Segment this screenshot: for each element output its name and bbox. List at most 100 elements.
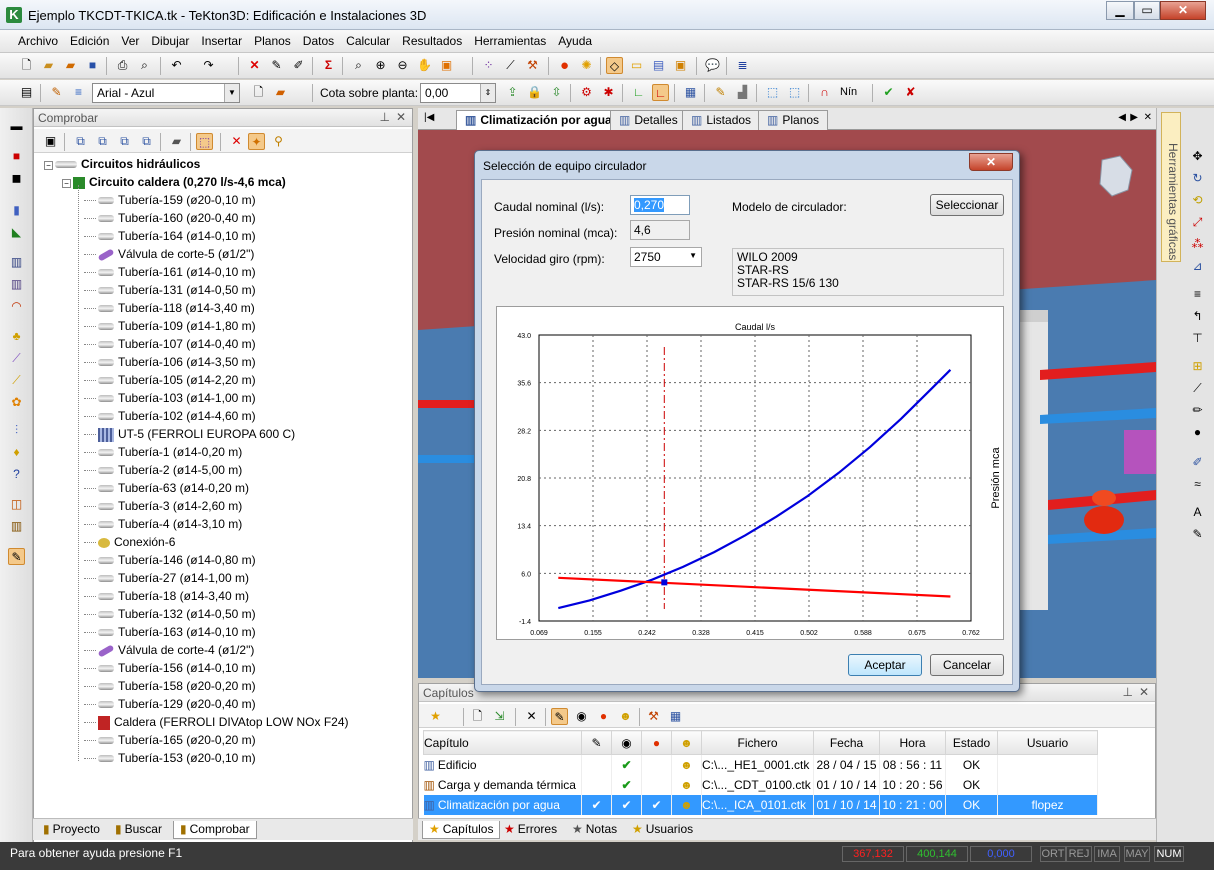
aceptar-button[interactable]: Aceptar [848, 654, 922, 676]
tree-item[interactable]: Tubería-118 (ø14-3,40 m) [84, 299, 255, 317]
text-style-icon[interactable]: ✎ [48, 84, 65, 101]
view-tab-0[interactable]: ▥ Climatización por agua [456, 110, 621, 130]
measure-icon[interactable]: ⟋ [502, 57, 519, 74]
tree-item[interactable]: Tubería-161 (ø14-0,10 m) [84, 263, 256, 281]
tree-item[interactable]: Tubería-103 (ø14-1,00 m) [84, 389, 256, 407]
user-icon[interactable]: ☻ [671, 730, 702, 755]
tree-item[interactable]: Tubería-105 (ø14-2,20 m) [84, 371, 256, 389]
properties-icon[interactable]: ▤ [18, 84, 35, 101]
edit-icon[interactable]: ✎ [268, 57, 285, 74]
pan-hand-icon[interactable]: ✋ [416, 57, 433, 74]
tree-item[interactable]: Tubería-163 (ø14-0,10 m) [84, 623, 256, 641]
uncheck-icon[interactable]: ✘ [902, 84, 919, 101]
help-tool-icon[interactable]: ? [8, 466, 25, 483]
tab-buscar[interactable]: ▮ Buscar [109, 821, 168, 839]
unit-tool-icon[interactable]: ◣ [8, 224, 25, 241]
mirror-icon[interactable]: ⟲ [1189, 192, 1206, 209]
snap-icon[interactable]: ⚙ [578, 84, 595, 101]
tree-item[interactable]: UT-5 (FERROLI EUROPA 600 C) [84, 425, 295, 443]
collapse-icon[interactable]: − [44, 161, 53, 170]
tree-item[interactable]: Tubería-63 (ø14-0,20 m) [84, 479, 249, 497]
menu-item-8[interactable]: Resultados [396, 34, 468, 48]
star-icon[interactable]: ★ [427, 708, 444, 725]
brush-icon[interactable]: ✐ [290, 57, 307, 74]
edit-icon[interactable]: ✎ [581, 730, 612, 755]
bomb-icon[interactable]: ● [1189, 424, 1206, 441]
zoom-extent-icon[interactable]: ▣ [438, 57, 455, 74]
edit-tool-icon[interactable]: ✎ [1189, 526, 1206, 543]
chapter-tab-1[interactable]: ★ Errores [498, 821, 563, 839]
tree-item[interactable]: Tubería-156 (ø14-0,10 m) [84, 659, 256, 677]
magnet-icon[interactable]: ∩ [816, 84, 833, 101]
tree-item[interactable]: Tubería-159 (ø20-0,10 m) [84, 191, 256, 209]
tree-item[interactable]: Tubería-165 (ø20-0,20 m) [84, 731, 256, 749]
pump-tool-icon[interactable]: ✿ [8, 394, 25, 411]
visible-eye-icon[interactable]: ◉ [573, 708, 590, 725]
open-icon[interactable]: ▰ [40, 57, 57, 74]
terminal-tool-icon[interactable]: ♦ [8, 444, 25, 461]
layers-icon[interactable]: ⁘ [480, 57, 497, 74]
paint-icon[interactable]: ✐ [1189, 454, 1206, 471]
select-elements-icon[interactable]: ⬚ [196, 133, 213, 150]
tree-item[interactable]: Tubería-3 (ø14-2,60 m) [84, 497, 242, 515]
tree-item[interactable]: Tubería-146 (ø14-0,80 m) [84, 551, 256, 569]
column-header[interactable]: Estado [945, 730, 998, 755]
light-icon[interactable]: ✺ [578, 57, 595, 74]
tree-item[interactable]: Tubería-129 (ø20-0,40 m) [84, 695, 256, 713]
print-list-icon[interactable]: ▰ [168, 133, 185, 150]
tree-root[interactable]: − Circuitos hidráulicos [44, 155, 200, 173]
view-tab-2[interactable]: ▥ Listados [682, 110, 761, 130]
symmetry-icon[interactable]: ⊿ [1189, 258, 1206, 275]
tree-item[interactable]: Tubería-102 (ø14-4,60 m) [84, 407, 256, 425]
expand-icon[interactable]: ⧉ [72, 133, 89, 150]
scale-icon[interactable]: ⤢ [1189, 214, 1206, 231]
column-header[interactable]: Hora [879, 730, 946, 755]
print-icon[interactable]: ⎙ [114, 57, 131, 74]
copy-icon[interactable]: ⁂ [1189, 236, 1206, 253]
note-icon[interactable]: ✎ [712, 84, 729, 101]
tree-item[interactable]: Tubería-27 (ø14-1,00 m) [84, 569, 249, 587]
tree-item[interactable]: Tubería-109 (ø14-1,80 m) [84, 317, 256, 335]
chapter-tools-icon[interactable]: ⚒ [645, 708, 662, 725]
menu-item-9[interactable]: Herramientas [468, 34, 552, 48]
tree-item[interactable]: Tubería-18 (ø14-3,40 m) [84, 587, 249, 605]
cancelar-button[interactable]: Cancelar [930, 654, 1004, 676]
remove-icon[interactable]: ✕ [228, 133, 245, 150]
axis-active-icon[interactable]: ∟ [652, 84, 669, 101]
zoom-out-icon[interactable]: ⊖ [394, 57, 411, 74]
table-icon[interactable]: ▦ [682, 84, 699, 101]
undo-icon[interactable]: ↶ [168, 57, 185, 74]
select-window-icon[interactable]: ⬚ [786, 84, 803, 101]
table-row[interactable]: ▥ Edificio ✔ ☻ C:\..._HE1_0001.ctk 28 / 04 / … [423, 754, 1098, 775]
check-tool-icon[interactable]: ✎ [8, 548, 25, 565]
render-sphere-icon[interactable]: ● [556, 57, 573, 74]
panel-close-icon[interactable]: ✕ [396, 110, 406, 124]
minimize-button[interactable]: ▁ [1106, 1, 1134, 20]
menu-item-4[interactable]: Insertar [195, 34, 248, 48]
tree-item[interactable]: Tubería-2 (ø14-5,00 m) [84, 461, 242, 479]
expand-all-icon[interactable]: ⧉ [116, 133, 133, 150]
grid-icon[interactable]: ≣ [734, 57, 751, 74]
tools-icon[interactable]: ⚒ [524, 57, 541, 74]
check-all-icon[interactable]: ▣ [42, 133, 59, 150]
column-header[interactable]: Fichero [701, 730, 814, 755]
line-icon[interactable]: ⟋ [1189, 380, 1206, 397]
velocidad-select[interactable]: 2750 ▼ [630, 247, 702, 267]
render-chapter-icon[interactable]: ● [595, 708, 612, 725]
tree-circuit[interactable]: − Circuito caldera (0,270 l/s-4,6 mca) [62, 173, 286, 191]
collapse-icon[interactable]: ⧉ [94, 133, 111, 150]
level-up-down-icon[interactable]: ⇳ [548, 84, 565, 101]
eye-icon[interactable]: ◉ [611, 730, 642, 755]
menu-item-0[interactable]: Archivo [12, 34, 64, 48]
view-plan-icon[interactable]: ◇ [606, 57, 623, 74]
rotate-icon[interactable]: ↻ [1189, 170, 1206, 187]
text-format-icon[interactable]: ▰ [272, 84, 289, 101]
tab-first-icon[interactable]: |◀ [424, 112, 434, 123]
tree-item[interactable]: Conexión-6 [84, 533, 175, 551]
menu-item-7[interactable]: Calcular [340, 34, 396, 48]
bug-icon[interactable]: ✱ [600, 84, 617, 101]
tree-item[interactable]: Tubería-164 (ø14-0,10 m) [84, 227, 256, 245]
pin-icon[interactable]: ⊥ [1123, 685, 1133, 699]
tree-item[interactable]: Válvula de corte-5 (ø1/2") [84, 245, 254, 263]
text-icon[interactable]: ≡ [70, 84, 87, 101]
